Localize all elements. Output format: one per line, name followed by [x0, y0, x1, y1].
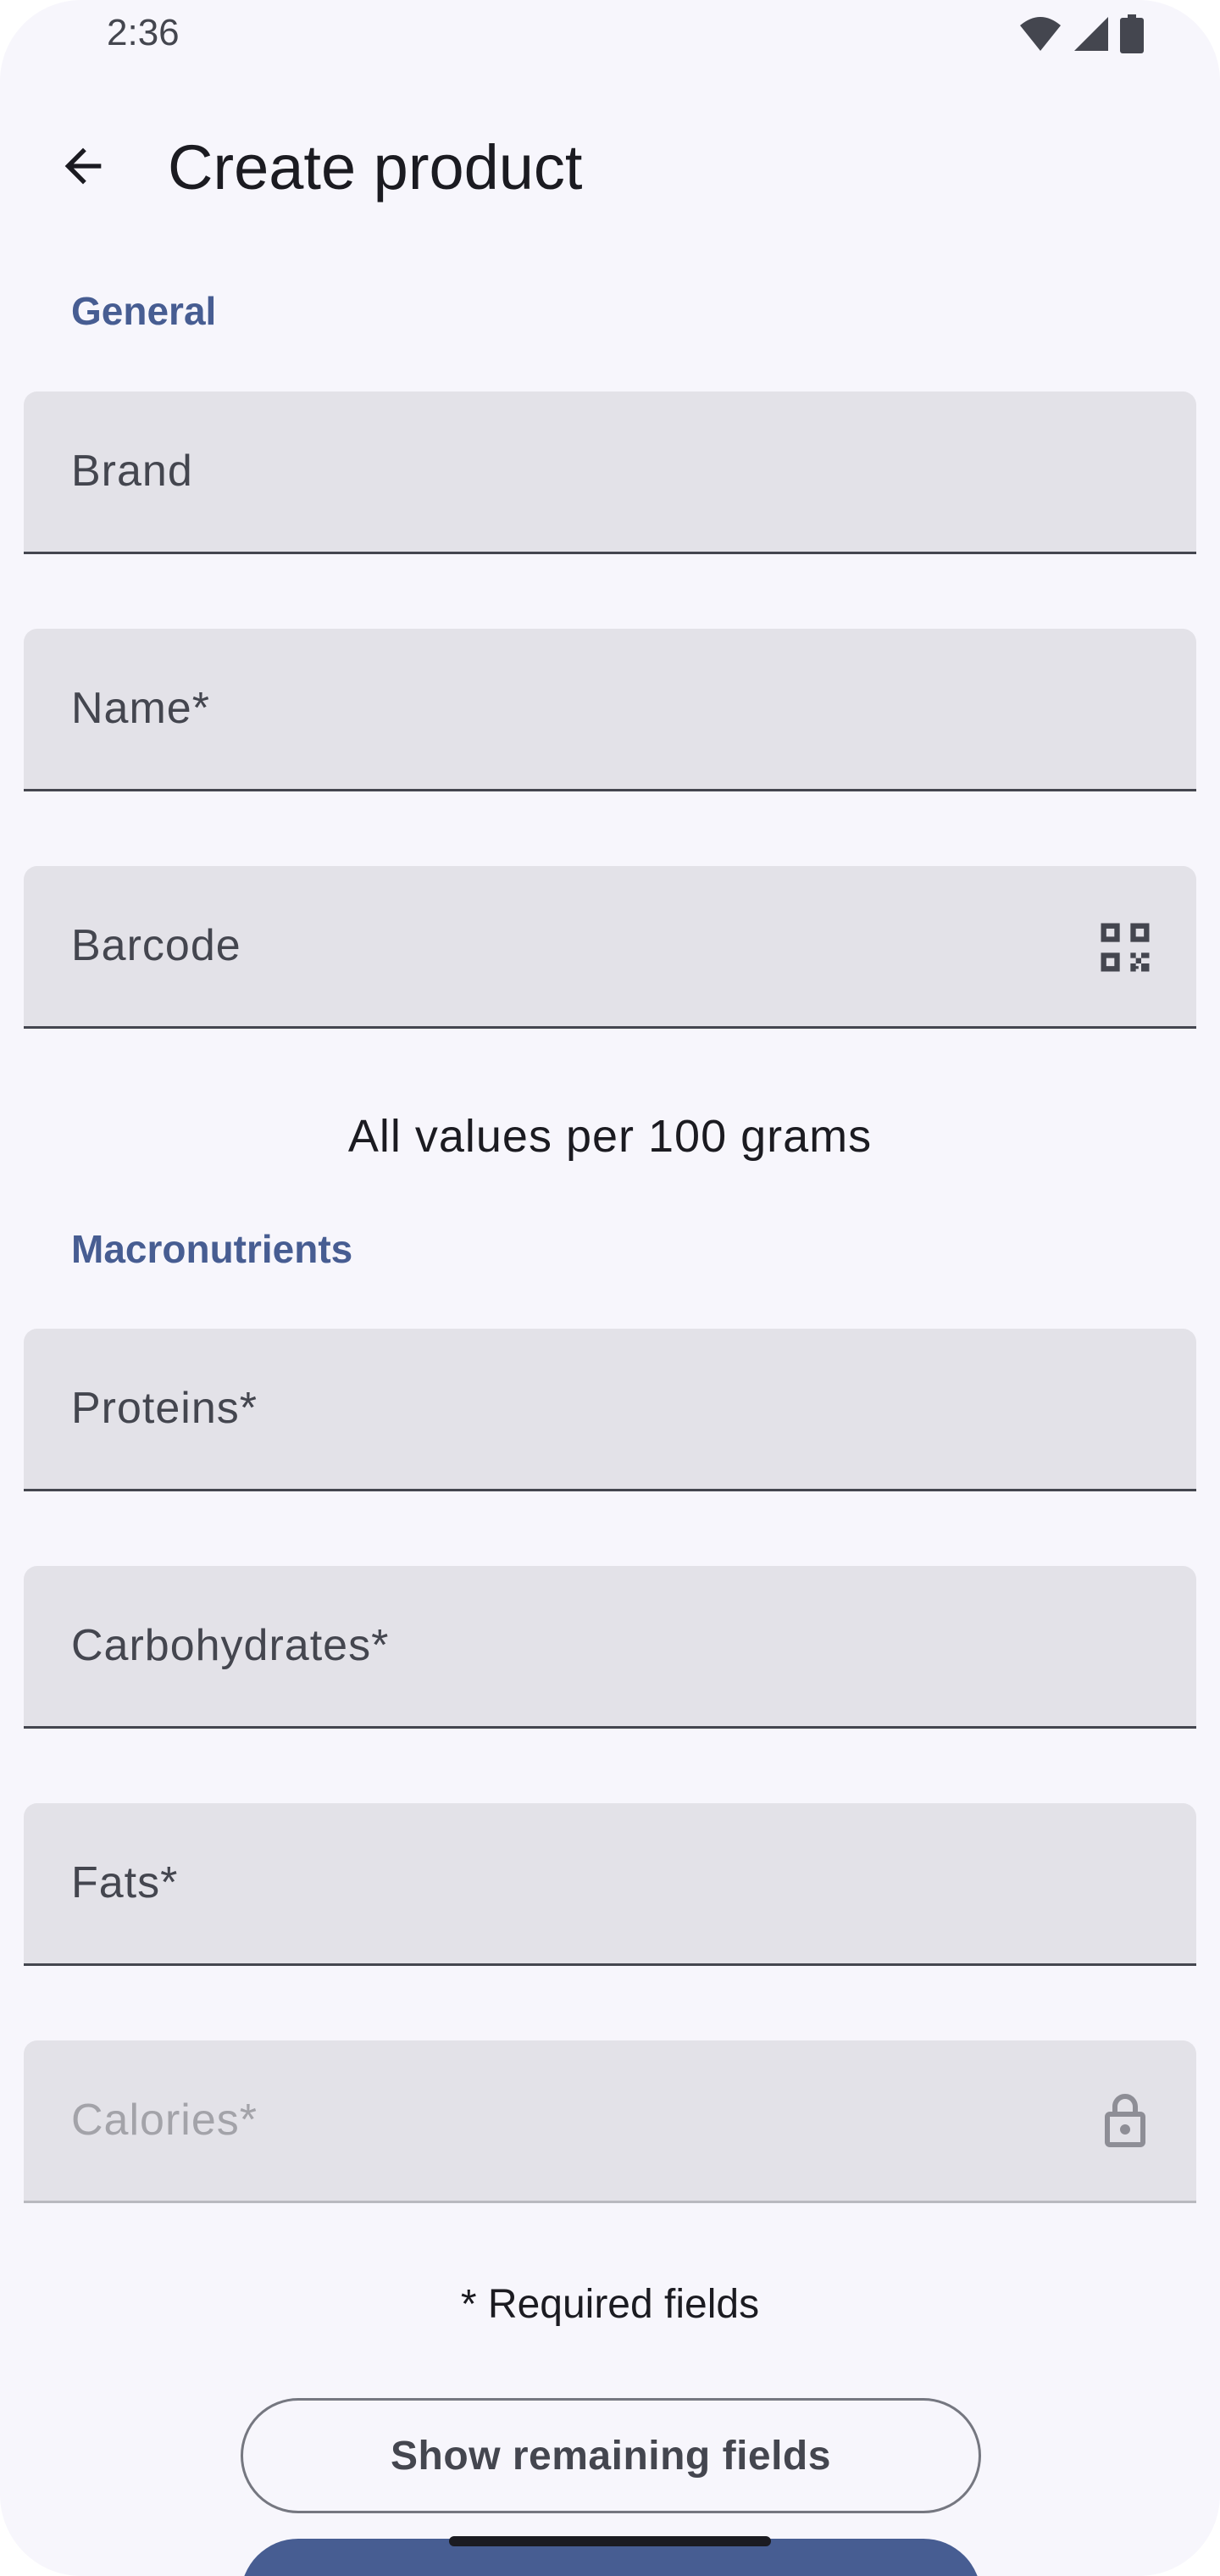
- qr-code-scanner-icon[interactable]: [1091, 913, 1159, 981]
- barcode-field[interactable]: Barcode: [24, 866, 1196, 1029]
- battery-icon: [1120, 14, 1144, 58]
- lock-icon: [1091, 2088, 1159, 2156]
- screen: 2:36 Create product General Brand Name* …: [0, 0, 1220, 2576]
- fats-field-label: Fats*: [71, 1858, 179, 1907]
- proteins-field-label: Proteins*: [71, 1384, 258, 1433]
- status-icons: [1018, 14, 1144, 57]
- proteins-field[interactable]: Proteins*: [24, 1329, 1196, 1491]
- arrow-back-icon: [56, 139, 110, 197]
- status-time: 2:36: [107, 12, 180, 53]
- fats-field[interactable]: Fats*: [24, 1803, 1196, 1966]
- section-label-general: General: [71, 289, 217, 333]
- name-field[interactable]: Name*: [24, 629, 1196, 791]
- top-app-bar: Create product: [0, 93, 1220, 237]
- home-indicator: [449, 2536, 771, 2546]
- barcode-field-label: Barcode: [71, 921, 241, 970]
- carbohydrates-field-label: Carbohydrates*: [71, 1621, 390, 1670]
- carbohydrates-field[interactable]: Carbohydrates*: [24, 1566, 1196, 1729]
- show-remaining-fields-button[interactable]: Show remaining fields: [241, 2398, 981, 2513]
- page-title: Create product: [168, 132, 583, 203]
- wifi-icon: [1018, 15, 1062, 57]
- status-bar: 2:36: [0, 0, 1220, 71]
- brand-field-label: Brand: [71, 447, 193, 496]
- cellular-signal-icon: [1073, 15, 1110, 57]
- section-label-macronutrients: Macronutrients: [71, 1227, 353, 1271]
- name-field-label: Name*: [71, 684, 210, 733]
- required-fields-note: * Required fields: [460, 2282, 760, 2327]
- back-button[interactable]: [42, 127, 124, 208]
- brand-field[interactable]: Brand: [24, 391, 1196, 554]
- calories-field: Calories*: [24, 2040, 1196, 2203]
- calories-field-label: Calories*: [71, 2096, 258, 2145]
- per-100-grams-note: All values per 100 grams: [347, 1111, 873, 1162]
